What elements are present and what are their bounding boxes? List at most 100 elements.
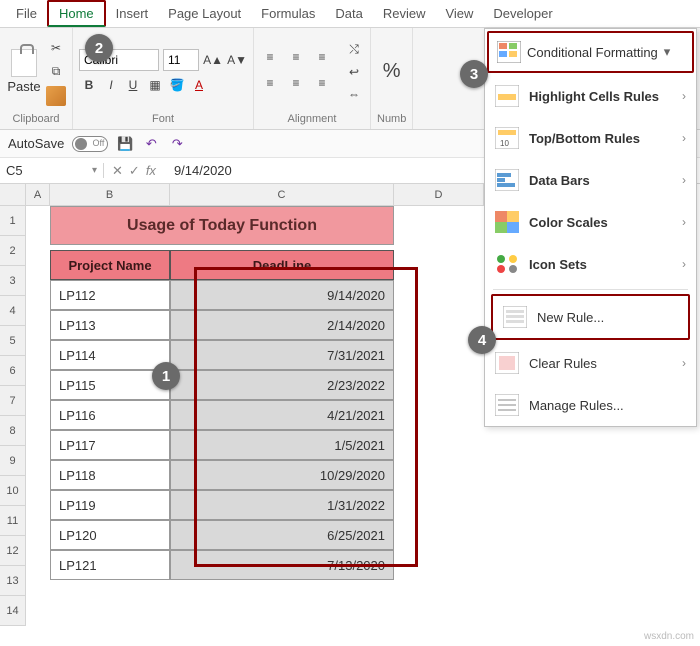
align-center-button[interactable]: ≡ (286, 73, 306, 93)
watermark: wsxdn.com (644, 631, 694, 642)
undo-icon[interactable]: ↶ (142, 135, 160, 153)
cell-deadline[interactable]: 2/14/2020 (170, 310, 394, 340)
font-color-button[interactable]: A (189, 75, 209, 95)
enter-icon[interactable]: ✓ (129, 163, 140, 179)
font-size-select[interactable] (163, 49, 199, 71)
cf-data-bars[interactable]: Data Bars › (485, 159, 696, 201)
paste-button[interactable]: Paste (6, 44, 42, 100)
cell-project[interactable]: LP112 (50, 280, 170, 310)
cf-manage-rules[interactable]: Manage Rules... (485, 384, 696, 426)
row-header[interactable]: 8 (0, 416, 26, 446)
row-header[interactable]: 6 (0, 356, 26, 386)
table-row: LP1164/21/2021 (50, 400, 394, 430)
header-deadline[interactable]: DeadLine (170, 250, 394, 280)
table-row: LP11810/29/2020 (50, 460, 394, 490)
tab-page-layout[interactable]: Page Layout (158, 2, 251, 25)
cell-deadline[interactable]: 7/31/2021 (170, 340, 394, 370)
copy-button[interactable]: ⧉ (46, 62, 66, 82)
cell-project[interactable]: LP120 (50, 520, 170, 550)
tab-home[interactable]: Home (47, 0, 106, 27)
percent-icon[interactable]: % (383, 60, 401, 83)
cf-icon-sets[interactable]: Icon Sets › (485, 243, 696, 285)
tab-review[interactable]: Review (373, 2, 436, 25)
cell-deadline[interactable]: 10/29/2020 (170, 460, 394, 490)
tab-data[interactable]: Data (325, 2, 372, 25)
cell-project[interactable]: LP121 (50, 550, 170, 580)
decrease-font-button[interactable]: A▼ (227, 50, 247, 70)
tab-file[interactable]: File (6, 2, 47, 25)
row-header[interactable]: 11 (0, 506, 26, 536)
cell-deadline[interactable]: 1/5/2021 (170, 430, 394, 460)
cell-deadline[interactable]: 9/14/2020 (170, 280, 394, 310)
increase-font-button[interactable]: A▲ (203, 50, 223, 70)
row-header[interactable]: 5 (0, 326, 26, 356)
tab-developer[interactable]: Developer (483, 2, 562, 25)
new-rule-icon (503, 306, 527, 328)
cell-project[interactable]: LP113 (50, 310, 170, 340)
data-table: Usage of Today Function Project Name Dea… (50, 206, 394, 580)
align-bottom-button[interactable]: ≡ (312, 47, 332, 67)
cell-deadline[interactable]: 6/25/2021 (170, 520, 394, 550)
tab-insert[interactable]: Insert (106, 2, 159, 25)
cell-deadline[interactable]: 7/13/2020 (170, 550, 394, 580)
bold-button[interactable]: B (79, 75, 99, 95)
cell-project[interactable]: LP117 (50, 430, 170, 460)
row-header[interactable]: 4 (0, 296, 26, 326)
row-header[interactable]: 9 (0, 446, 26, 476)
align-left-button[interactable]: ≡ (260, 73, 280, 93)
table-title[interactable]: Usage of Today Function (50, 206, 394, 245)
align-middle-button[interactable]: ≡ (286, 47, 306, 67)
conditional-formatting-button[interactable]: Conditional Formatting ▾ (487, 31, 694, 73)
col-header[interactable]: D (394, 184, 484, 206)
row-header[interactable]: 10 (0, 476, 26, 506)
autosave-toggle[interactable]: Off (72, 136, 108, 152)
group-alignment: ≡ ≡ ≡ ≡ ≡ ≡ ⤭ ↩ ⇔ Alignment (254, 28, 371, 129)
cf-item-label: New Rule... (537, 310, 604, 325)
cancel-icon[interactable]: ✕ (112, 163, 123, 179)
align-top-button[interactable]: ≡ (260, 47, 280, 67)
cf-new-rule[interactable]: New Rule... (491, 294, 690, 340)
redo-icon[interactable]: ↷ (168, 135, 186, 153)
italic-button[interactable]: I (101, 75, 121, 95)
cell-project[interactable]: LP119 (50, 490, 170, 520)
row-header[interactable]: 12 (0, 536, 26, 566)
select-all-corner[interactable] (0, 184, 26, 206)
cf-clear-rules[interactable]: Clear Rules › (485, 342, 696, 384)
col-header[interactable]: A (26, 184, 50, 206)
fx-icon[interactable]: fx (146, 163, 156, 179)
cell-deadline[interactable]: 1/31/2022 (170, 490, 394, 520)
save-icon[interactable]: 💾 (116, 135, 134, 153)
row-header[interactable]: 3 (0, 266, 26, 296)
row-header[interactable]: 1 (0, 206, 26, 236)
name-box[interactable]: C5 ▾ (0, 163, 104, 178)
cf-color-scales[interactable]: Color Scales › (485, 201, 696, 243)
row-header[interactable]: 2 (0, 236, 26, 266)
cut-button[interactable]: ✂ (46, 38, 66, 58)
cell-deadline[interactable]: 4/21/2021 (170, 400, 394, 430)
merge-button[interactable]: ⇔ (344, 84, 364, 104)
cell-deadline[interactable]: 2/23/2022 (170, 370, 394, 400)
cell-project[interactable]: LP118 (50, 460, 170, 490)
tab-view[interactable]: View (435, 2, 483, 25)
underline-button[interactable]: U (123, 75, 143, 95)
group-label-number: Numb (377, 111, 406, 125)
header-project[interactable]: Project Name (50, 250, 170, 280)
cf-highlight-cells[interactable]: Highlight Cells Rules › (485, 75, 696, 117)
format-painter-icon[interactable] (46, 86, 66, 106)
border-button[interactable]: ▦ (145, 75, 165, 95)
orientation-button[interactable]: ⤭ (344, 40, 364, 60)
cf-top-bottom[interactable]: 10 Top/Bottom Rules › (485, 117, 696, 159)
col-header[interactable]: C (170, 184, 394, 206)
cell-project[interactable]: LP116 (50, 400, 170, 430)
row-header[interactable]: 7 (0, 386, 26, 416)
row-header[interactable]: 14 (0, 596, 26, 626)
align-right-button[interactable]: ≡ (312, 73, 332, 93)
cell-project[interactable]: LP114 (50, 340, 170, 370)
highlight-cells-icon (495, 85, 519, 107)
tab-formulas[interactable]: Formulas (251, 2, 325, 25)
row-header[interactable]: 13 (0, 566, 26, 596)
wrap-text-button[interactable]: ↩ (344, 62, 364, 82)
cf-item-label: Icon Sets (529, 257, 672, 272)
col-header[interactable]: B (50, 184, 170, 206)
fill-color-button[interactable]: 🪣 (167, 75, 187, 95)
